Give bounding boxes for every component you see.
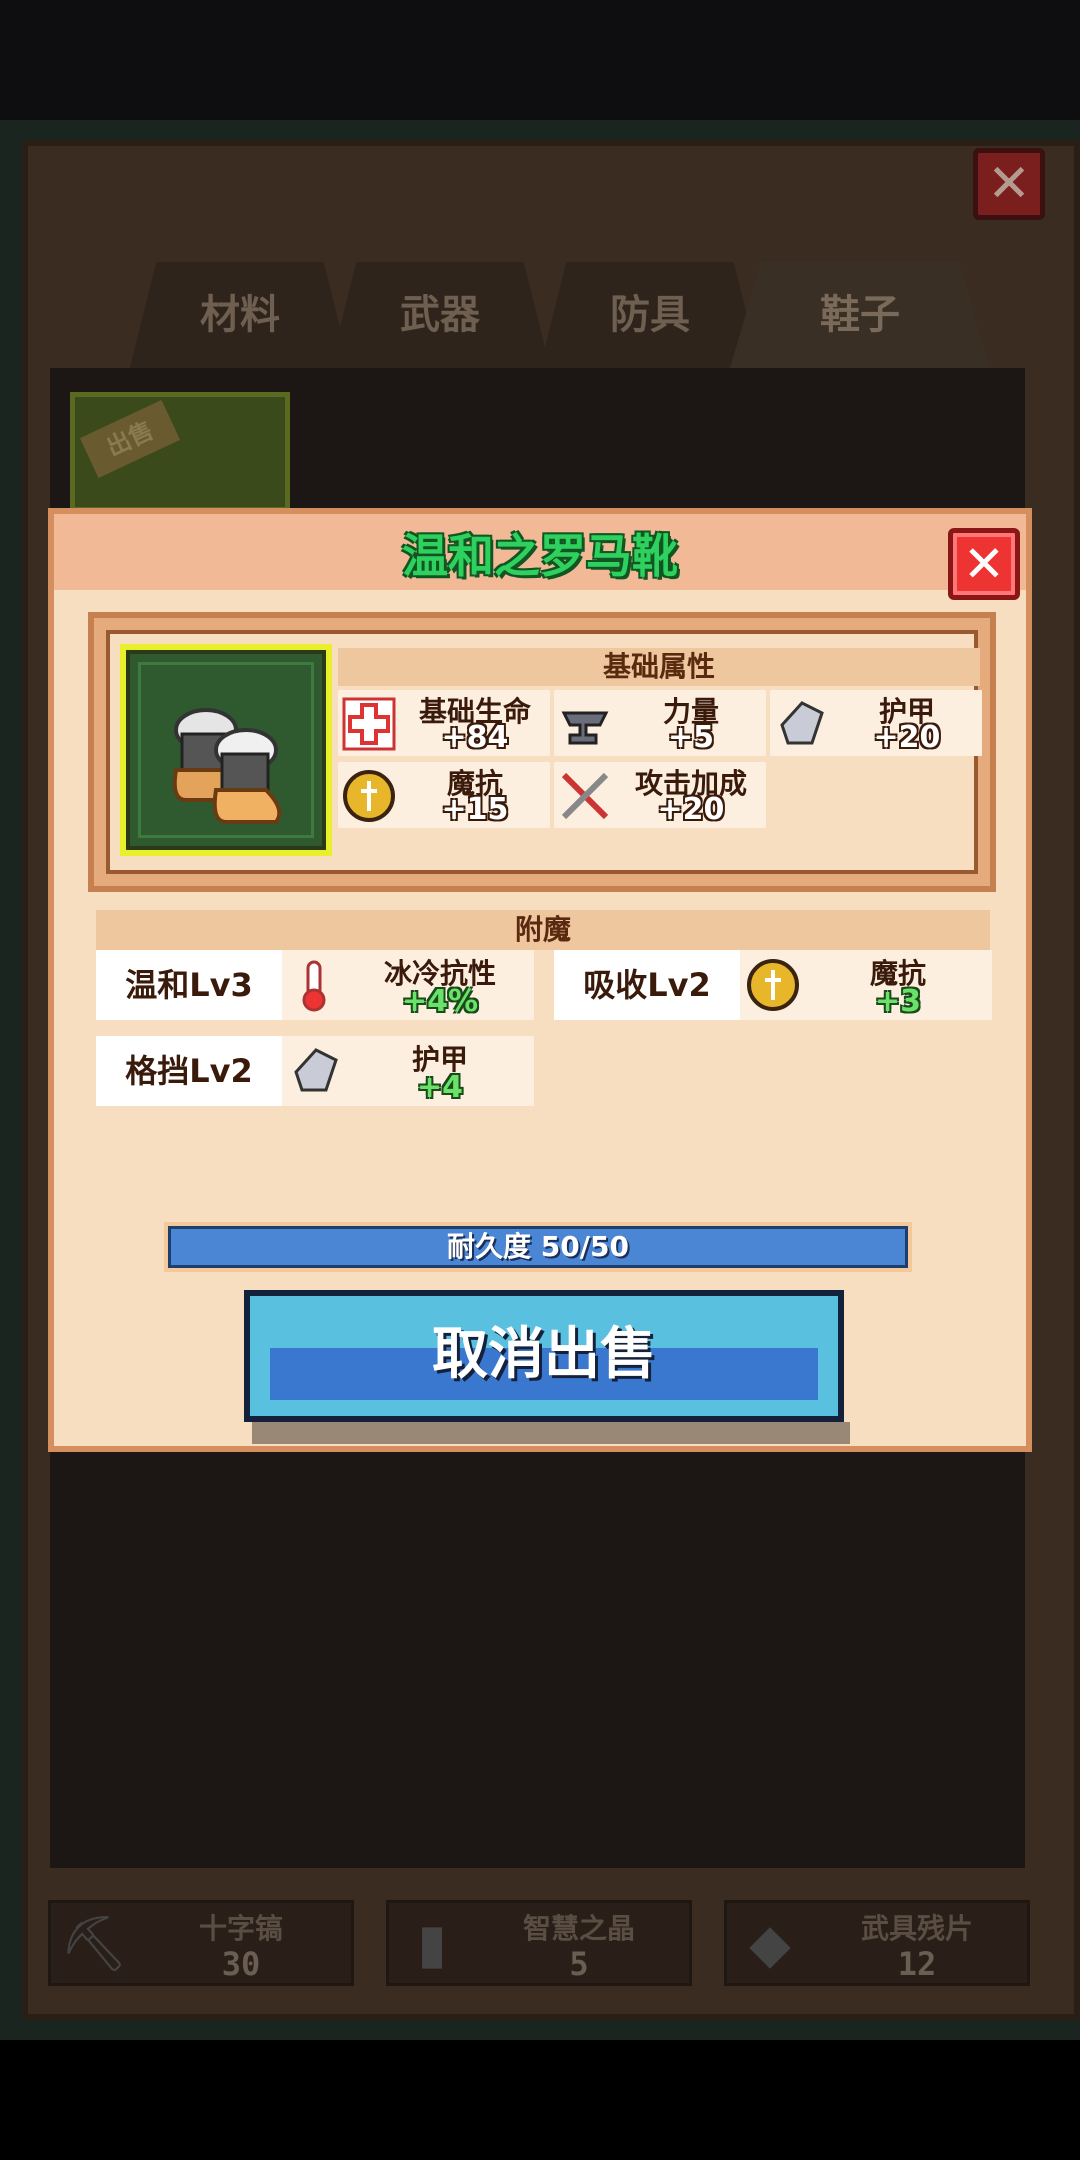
enchant-block: 格挡Lv2 护甲 +4 [96, 1036, 534, 1106]
crossed-swords-icon [561, 772, 609, 820]
attr-magic-resist: 魔抗 +15 [338, 762, 550, 828]
enchant-title: 附魔 [96, 910, 990, 950]
durability-label: 耐久度 50/50 [447, 1230, 629, 1263]
resource-fragment: ◆ 武具残片 12 [724, 1900, 1030, 1986]
pickaxe-icon: ⛏ [59, 1912, 129, 1975]
attr-armor: 护甲 +20 [770, 690, 982, 756]
item-icon-frame [120, 644, 332, 856]
enchant-absorb: 吸收Lv2 魔抗 +3 [554, 950, 992, 1020]
item-summary: 基础属性 基础生命 +84 力量 +5 护甲 +20 魔抗 +15 攻击加成 +… [88, 612, 996, 892]
resource-value: 12 [897, 1945, 937, 1983]
crystal-icon: ▮ [417, 1912, 447, 1975]
inventory-close-button[interactable]: ✕ [973, 148, 1045, 220]
armor-shard-icon [780, 701, 824, 745]
enchant-value: +3 [874, 984, 921, 1019]
attr-value: +5 [667, 720, 714, 755]
enchant-value: +4% [401, 984, 479, 1019]
magic-resist-icon [747, 959, 799, 1011]
attr-value: +84 [441, 720, 509, 755]
enchant-gentle: 温和Lv3 冰冷抗性 +4% [96, 950, 534, 1020]
attr-base-hp: 基础生命 +84 [338, 690, 550, 756]
status-bar-area [0, 0, 1080, 120]
tab-weapons[interactable]: 武器 [330, 262, 550, 368]
sell-tag: 出售 [79, 400, 181, 478]
fragment-icon: ◆ [749, 1912, 791, 1975]
thermometer-icon [302, 960, 326, 1012]
tab-armor[interactable]: 防具 [540, 262, 760, 368]
attr-value: +20 [873, 720, 941, 755]
magic-resist-icon [343, 770, 395, 822]
resource-crystal: ▮ 智慧之晶 5 [386, 1900, 692, 1986]
inventory-slot[interactable]: 出售 [70, 392, 290, 512]
close-icon: ✕ [963, 535, 1005, 593]
cancel-sale-label: 取消出售 [432, 1322, 656, 1387]
resource-value: 5 [569, 1945, 589, 1983]
durability-bar: 耐久度 50/50 [168, 1226, 908, 1268]
resource-name: 智慧之晶 [522, 1912, 635, 1945]
inventory-tabs: 材料 武器 防具 鞋子 [60, 262, 1020, 368]
resource-name: 十字镐 [198, 1912, 283, 1945]
item-detail-modal: 温和之罗马靴 ✕ 基础属性 基础生命 +84 力量 +5 护甲 +20 魔抗 +… [48, 508, 1032, 1452]
item-title: 温和之罗马靴 [402, 529, 678, 583]
enchant-name: 格挡Lv2 [96, 1036, 282, 1106]
resource-value: 30 [221, 1945, 261, 1983]
tab-shoes[interactable]: 鞋子 [730, 262, 990, 368]
armor-shard-icon [294, 1048, 338, 1092]
attr-value: +20 [657, 792, 725, 827]
health-cross-icon [342, 697, 396, 751]
cancel-sale-button[interactable]: 取消出售 [244, 1290, 844, 1422]
enchant-name: 温和Lv3 [96, 950, 282, 1020]
close-icon: ✕ [987, 154, 1031, 214]
button-shadow [252, 1422, 850, 1444]
attr-value: +15 [441, 792, 509, 827]
resource-name: 武具残片 [860, 1912, 973, 1945]
resource-pickaxe: ⛏ 十字镐 30 [48, 1900, 354, 1986]
item-summary-inner: 基础属性 基础生命 +84 力量 +5 护甲 +20 魔抗 +15 攻击加成 +… [106, 630, 982, 874]
modal-close-button[interactable]: ✕ [948, 528, 1020, 600]
attr-strength: 力量 +5 [554, 690, 766, 756]
boots-icon [172, 708, 282, 824]
attr-attack-bonus: 攻击加成 +20 [554, 762, 766, 828]
tab-materials[interactable]: 材料 [130, 262, 350, 368]
anvil-icon [561, 711, 609, 745]
enchant-name: 吸收Lv2 [554, 950, 740, 1020]
enchant-value: +4 [416, 1070, 463, 1105]
base-attributes-title: 基础属性 [338, 648, 980, 686]
nav-bar-area [0, 2040, 1080, 2160]
